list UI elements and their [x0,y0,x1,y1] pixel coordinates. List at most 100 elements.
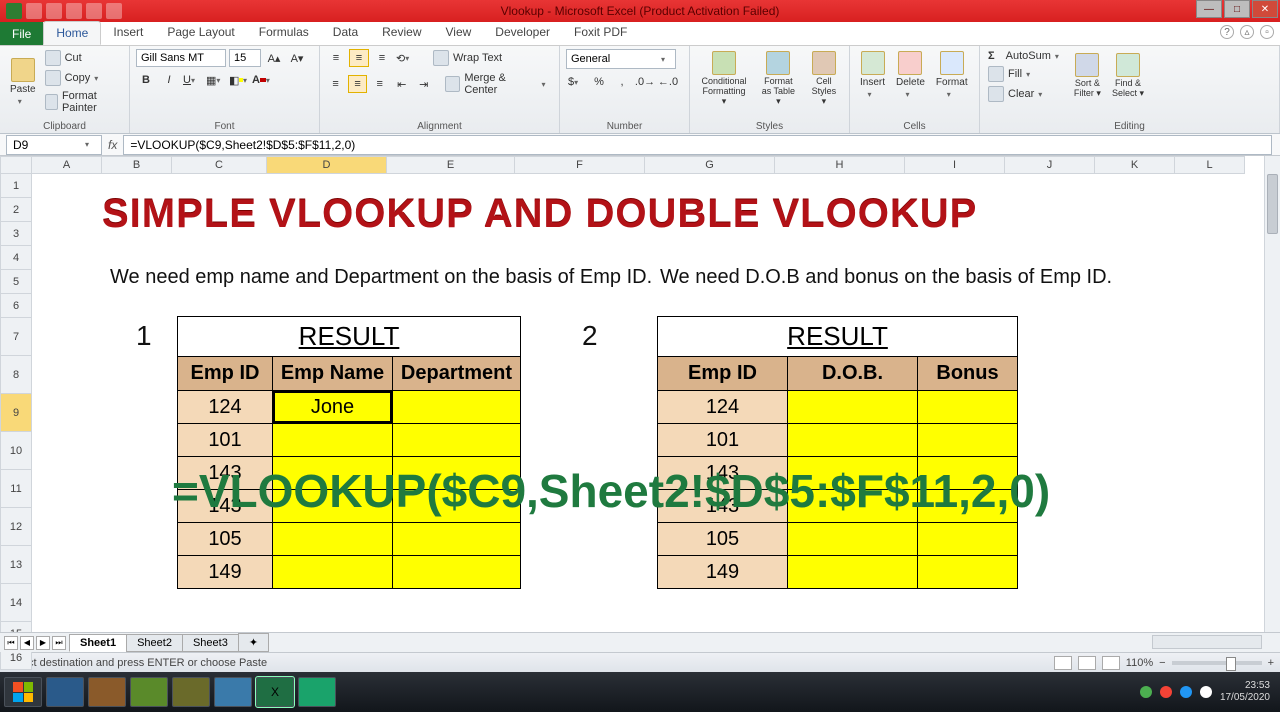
taskbar-excel[interactable]: X [256,677,294,707]
row-header-3[interactable]: 3 [0,222,32,246]
merge-center-button[interactable]: Merge & Center▾ [443,71,553,97]
tray-icon[interactable] [1140,686,1152,698]
font-name-input[interactable] [136,49,226,67]
taskbar-app-2[interactable] [88,677,126,707]
cell-styles-button[interactable]: CellStyles ▾ [805,49,843,109]
close-button[interactable]: ✕ [1252,0,1278,18]
tab-developer[interactable]: Developer [483,21,562,45]
col-header-C[interactable]: C [172,156,267,174]
tray-icon[interactable] [1160,686,1172,698]
vertical-scrollbar[interactable] [1264,156,1280,632]
paste-button[interactable]: Paste ▾ [6,56,40,108]
tab-page-layout[interactable]: Page Layout [155,21,246,45]
row-header-6[interactable]: 6 [0,294,32,318]
tab-foxit-pdf[interactable]: Foxit PDF [562,21,639,45]
conditional-formatting-button[interactable]: ConditionalFormatting ▾ [696,49,752,109]
taskbar-app-3[interactable] [130,677,168,707]
comma-button[interactable]: , [612,73,632,91]
tab-data[interactable]: Data [321,21,370,45]
cells-area[interactable]: SIMPLE VLOOKUP AND DOUBLE VLOOKUP We nee… [32,174,1264,632]
taskbar-app-6[interactable] [298,677,336,707]
file-tab[interactable]: File [0,22,43,45]
sheet-tab-sheet2[interactable]: Sheet2 [126,634,183,652]
col-header-D[interactable]: D [267,156,387,174]
align-bottom-button[interactable]: ≡ [372,49,392,67]
zoom-slider[interactable] [1172,661,1262,665]
name-box[interactable]: D9▾ [6,135,102,155]
shrink-font-button[interactable]: A▾ [287,49,307,67]
fill-color-button[interactable]: ◧▾ [228,71,248,89]
copy-button[interactable]: Copy▾ [43,69,123,87]
qat-save-icon[interactable] [26,3,42,19]
qat-print-icon[interactable] [86,3,102,19]
col-header-K[interactable]: K [1095,156,1175,174]
clear-button[interactable]: Clear▾ [986,85,1067,103]
row-header-12[interactable]: 12 [0,508,32,546]
align-left-button[interactable]: ≡ [326,75,345,93]
row-header-11[interactable]: 11 [0,470,32,508]
percent-button[interactable]: % [589,73,609,91]
tab-nav-last[interactable]: ⏭ [52,636,66,650]
cut-button[interactable]: Cut [43,49,123,67]
col-header-J[interactable]: J [1005,156,1095,174]
find-select-button[interactable]: Find &Select ▾ [1108,51,1148,101]
indent-dec-button[interactable]: ⇤ [392,75,411,93]
ribbon-opts-icon[interactable]: ▫ [1260,25,1274,39]
zoom-in-button[interactable]: + [1268,657,1274,669]
grow-font-button[interactable]: A▴ [264,49,284,67]
border-button[interactable]: ▦▾ [205,71,225,89]
tab-formulas[interactable]: Formulas [247,21,321,45]
help-icon[interactable]: ? [1220,25,1234,39]
select-all-corner[interactable] [0,156,32,174]
col-header-A[interactable]: A [32,156,102,174]
tab-review[interactable]: Review [370,21,433,45]
row-header-10[interactable]: 10 [0,432,32,470]
align-right-button[interactable]: ≡ [370,75,389,93]
col-header-B[interactable]: B [102,156,172,174]
formula-input[interactable]: =VLOOKUP($C9,Sheet2!$D$5:$F$11,2,0) [123,135,1272,155]
col-header-I[interactable]: I [905,156,1005,174]
minimize-button[interactable]: — [1196,0,1222,18]
autosum-button[interactable]: Σ AutoSum▾ [986,49,1067,63]
currency-button[interactable]: $▾ [566,73,586,91]
align-top-button[interactable]: ≡ [326,49,346,67]
view-normal-button[interactable] [1054,656,1072,670]
dec-decimal-button[interactable]: ←.0 [658,73,678,91]
col-header-F[interactable]: F [515,156,645,174]
sort-filter-button[interactable]: Sort &Filter ▾ [1070,51,1105,101]
format-as-table-button[interactable]: Formatas Table ▾ [755,49,802,109]
start-button[interactable] [4,677,42,707]
new-sheet-button[interactable]: ✦ [238,633,269,652]
tab-nav-prev[interactable]: ◀ [20,636,34,650]
row-header-9[interactable]: 9 [0,394,32,432]
fill-button[interactable]: Fill▾ [986,65,1067,83]
qat-undo-icon[interactable] [46,3,62,19]
sheet-tab-sheet1[interactable]: Sheet1 [69,634,127,652]
taskbar-app-4[interactable] [172,677,210,707]
qat-customize-icon[interactable] [106,3,122,19]
tray-icon[interactable] [1180,686,1192,698]
wrap-text-button[interactable]: Wrap Text [431,49,504,67]
scroll-thumb[interactable] [1267,174,1278,234]
insert-cells-button[interactable]: Insert▾ [856,49,889,101]
taskbar-app-5[interactable] [214,677,252,707]
col-header-E[interactable]: E [387,156,515,174]
align-middle-button[interactable]: ≡ [349,49,369,67]
row-header-5[interactable]: 5 [0,270,32,294]
row-header-14[interactable]: 14 [0,584,32,622]
view-layout-button[interactable] [1078,656,1096,670]
ribbon-min-icon[interactable]: ▵ [1240,25,1254,39]
row-header-1[interactable]: 1 [0,174,32,198]
row-header-2[interactable]: 2 [0,198,32,222]
orientation-button[interactable]: ⟲▾ [395,49,415,67]
format-cells-button[interactable]: Format▾ [932,49,972,101]
row-header-13[interactable]: 13 [0,546,32,584]
underline-button[interactable]: U▾ [182,71,202,89]
tab-home[interactable]: Home [43,21,101,45]
tray-icon[interactable] [1200,686,1212,698]
qat-redo-icon[interactable] [66,3,82,19]
row-header-7[interactable]: 7 [0,318,32,356]
fx-icon[interactable]: fx [108,138,117,152]
indent-inc-button[interactable]: ⇥ [414,75,433,93]
font-size-input[interactable] [229,49,261,67]
